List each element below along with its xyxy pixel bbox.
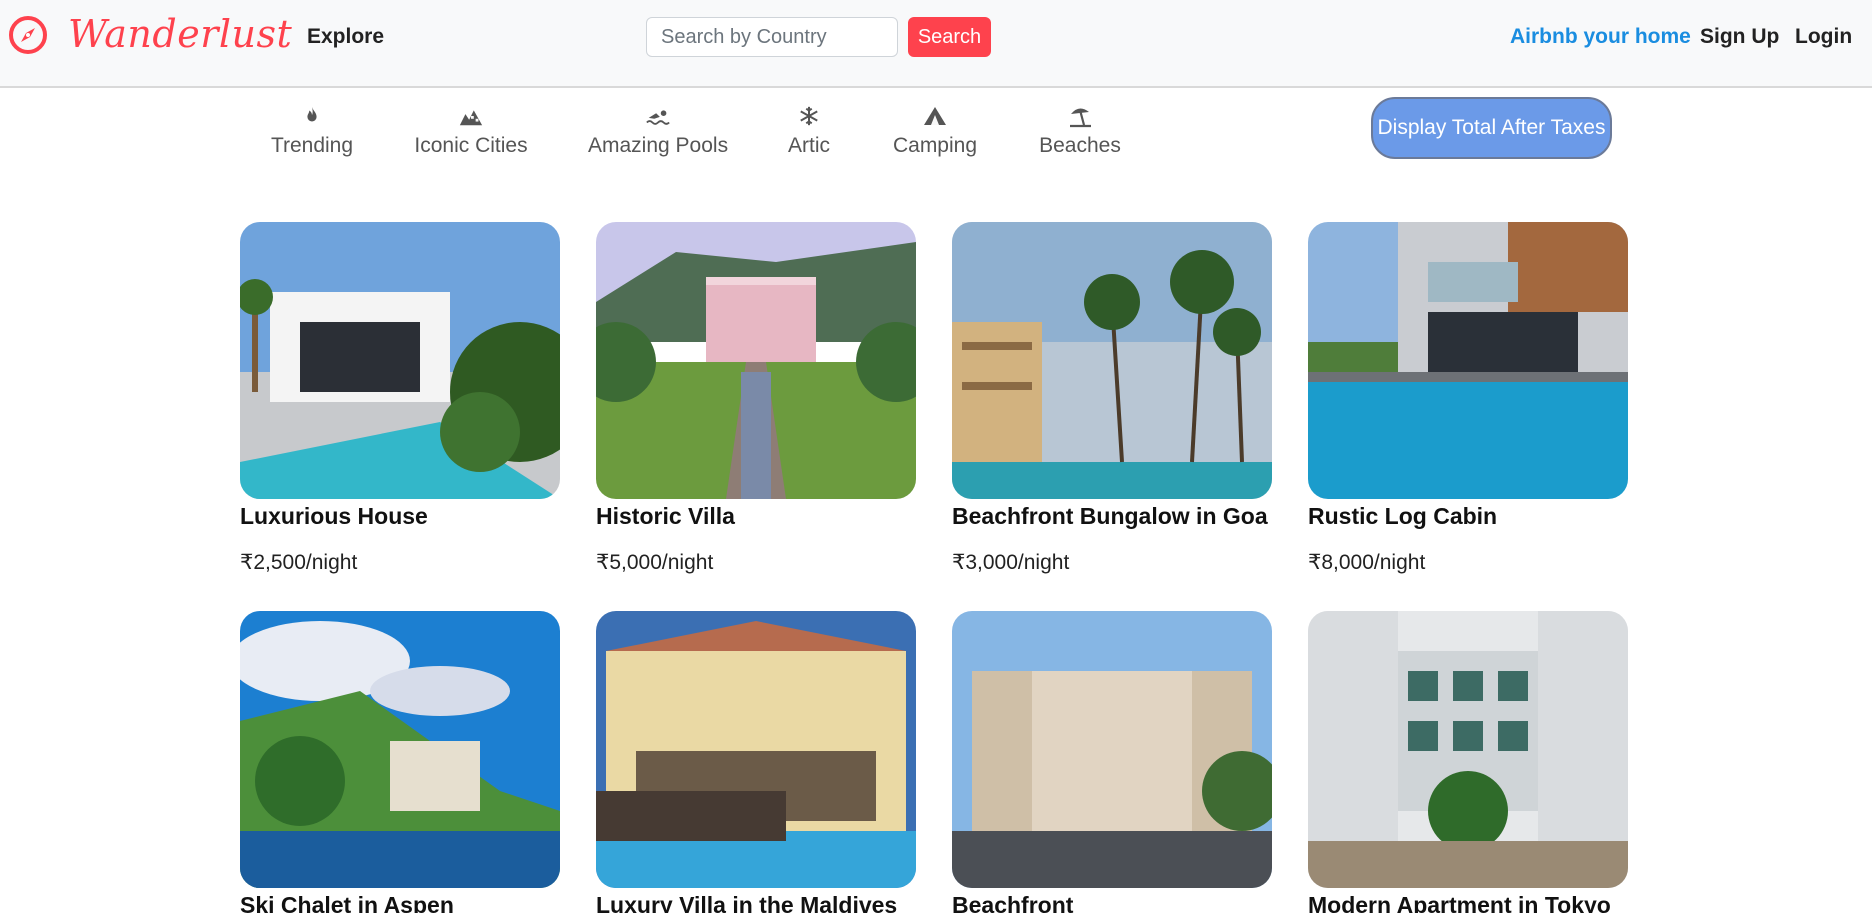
listing-photo — [596, 222, 916, 499]
filter-label: Camping — [892, 134, 978, 157]
listing-photo — [240, 222, 560, 499]
signup-link[interactable]: Sign Up — [1700, 25, 1779, 49]
city-icon — [412, 104, 530, 130]
listing-title: Beachfront Bungalow in Goa — [952, 503, 1268, 529]
tax-toggle-button[interactable]: Display Total After Taxes — [1371, 97, 1612, 159]
filter-label: Trending — [270, 134, 354, 157]
listing-title: Modern Apartment in Tokyo — [1308, 892, 1611, 913]
listing-title: Ski Chalet in Aspen — [240, 892, 454, 913]
snowflake-icon — [786, 104, 832, 130]
listing-card[interactable]: Beachfront — [952, 611, 1272, 913]
listing-title: Beachfront — [952, 892, 1074, 913]
explore-link[interactable]: Explore — [307, 25, 384, 49]
listing-price: ₹3,000/night — [952, 551, 1070, 574]
login-link[interactable]: Login — [1795, 25, 1852, 49]
navbar: Wanderlust Explore Search Airbnb your ho… — [0, 0, 1872, 88]
listing-price: ₹5,000/night — [596, 551, 714, 574]
filter-label: Artic — [788, 134, 830, 157]
airbnb-your-home-link[interactable]: Airbnb your home — [1510, 25, 1691, 49]
listing-photo — [952, 222, 1272, 499]
listing-card[interactable]: Historic Villa ₹5,000/night — [596, 222, 916, 575]
listing-card[interactable]: Luxury Villa in the Maldives — [596, 611, 916, 913]
filter-trending[interactable]: Trending — [270, 104, 354, 158]
listing-card[interactable]: Ski Chalet in Aspen — [240, 611, 560, 913]
search-button[interactable]: Search — [908, 17, 991, 57]
listing-card[interactable]: Luxurious House ₹2,500/night — [240, 222, 560, 575]
fire-icon — [270, 104, 354, 130]
listing-photo — [240, 611, 560, 888]
umbrella-beach-icon — [1038, 104, 1122, 130]
listing-card[interactable]: Modern Apartment in Tokyo — [1308, 611, 1628, 913]
filter-label: Amazing Pools — [588, 134, 729, 157]
listing-card[interactable]: Beachfront Bungalow in Goa ₹3,000/night — [952, 222, 1272, 575]
listing-title: Luxurious House — [240, 503, 428, 529]
search-input[interactable] — [646, 17, 898, 57]
compass-icon[interactable] — [8, 15, 48, 55]
filter-label: Iconic Cities — [414, 134, 528, 157]
brand-name[interactable]: Wanderlust — [68, 12, 292, 56]
filter-label: Beaches — [1039, 134, 1121, 157]
listing-price: ₹8,000/night — [1308, 551, 1426, 574]
listing-card[interactable]: Rustic Log Cabin ₹8,000/night — [1308, 222, 1628, 575]
filter-artic[interactable]: Artic — [786, 104, 832, 158]
listing-photo — [1308, 222, 1628, 499]
swimmer-icon — [588, 104, 728, 130]
filter-amazing-pools[interactable]: Amazing Pools — [588, 104, 728, 158]
tent-icon — [891, 104, 979, 130]
filter-beaches[interactable]: Beaches — [1038, 104, 1122, 158]
filter-camping[interactable]: Camping — [891, 104, 979, 158]
listing-title: Historic Villa — [596, 503, 735, 529]
listing-photo — [596, 611, 916, 888]
listing-photo — [952, 611, 1272, 888]
listing-title: Luxury Villa in the Maldives — [596, 892, 898, 913]
filter-iconic-cities[interactable]: Iconic Cities — [412, 104, 530, 158]
listing-photo — [1308, 611, 1628, 888]
listing-price: ₹2,500/night — [240, 551, 358, 574]
listing-title: Rustic Log Cabin — [1308, 503, 1498, 529]
